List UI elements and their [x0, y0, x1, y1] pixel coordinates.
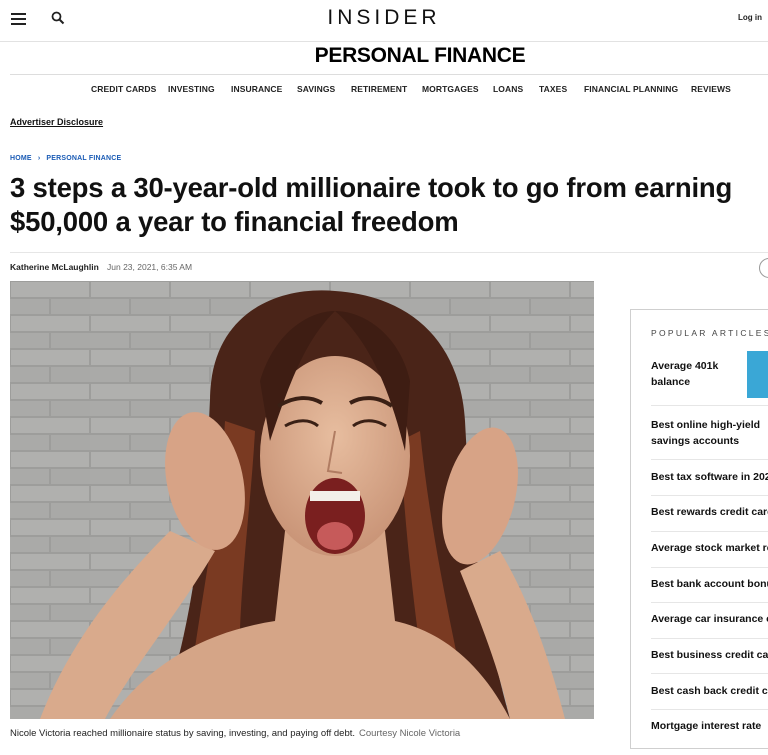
login-link[interactable]: Log in — [738, 13, 762, 22]
nav-reviews[interactable]: REVIEWS — [691, 84, 731, 94]
publish-date: Jun 23, 2021, 6:35 AM — [107, 262, 193, 272]
nav-savings[interactable]: SAVINGS — [297, 84, 335, 94]
article-headline: 3 steps a 30-year-old millionaire took t… — [10, 172, 733, 237]
popular-item-bank-bonuses[interactable]: Best bank account bonuses — [651, 576, 768, 592]
divider — [651, 405, 768, 406]
nav-taxes[interactable]: TAXES — [539, 84, 567, 94]
popular-item-stock-return[interactable]: Average stock market return — [651, 540, 768, 556]
popular-item-mortgage-rate[interactable]: Mortgage interest rate — [651, 718, 768, 734]
divider — [651, 459, 768, 460]
hero-photo — [10, 281, 594, 719]
nav-credit-cards[interactable]: CREDIT CARDS — [91, 84, 156, 94]
insider-logo[interactable]: INSIDER — [0, 6, 768, 30]
byline: Katherine McLaughlin Jun 23, 2021, 6:35 … — [10, 252, 768, 282]
popular-item-cash-back[interactable]: Best cash back credit cards — [651, 683, 768, 699]
popular-item-car-insurance[interactable]: Average car insurance cost — [651, 611, 768, 627]
popular-item-401k[interactable]: Average 401k balance — [651, 358, 741, 390]
photo-caption: Nicole Victoria reached millionaire stat… — [10, 728, 460, 739]
breadcrumb-home[interactable]: HOME — [10, 155, 32, 162]
nav-loans[interactable]: LOANS — [493, 84, 523, 94]
divider — [651, 495, 768, 496]
breadcrumb-personal-finance[interactable]: PERSONAL FINANCE — [46, 155, 121, 162]
section-title[interactable]: PERSONAL FINANCE — [0, 44, 768, 68]
nav-investing[interactable]: INVESTING — [168, 84, 215, 94]
advertiser-disclosure-link[interactable]: Advertiser Disclosure — [10, 117, 103, 127]
divider — [651, 567, 768, 568]
photo-credit: Courtesy Nicole Victoria — [359, 728, 461, 739]
share-icon[interactable] — [759, 258, 768, 278]
chevron-right-icon: › — [37, 155, 41, 162]
top-bar: INSIDER Log in — [0, 0, 768, 42]
nav-mortgages[interactable]: MORTGAGES — [422, 84, 479, 94]
popular-item-tax-software[interactable]: Best tax software in 2021 — [651, 469, 768, 485]
popular-item-savings[interactable]: Best online high-yield savings accounts — [651, 417, 768, 449]
divider — [651, 638, 768, 639]
breadcrumb: HOME › PERSONAL FINANCE — [10, 155, 121, 162]
popular-item-business-cards[interactable]: Best business credit cards — [651, 647, 768, 663]
nav-financial-planning[interactable]: FINANCIAL PLANNING — [584, 84, 678, 94]
nav-retirement[interactable]: RETIREMENT — [351, 84, 407, 94]
divider — [10, 74, 768, 75]
nav-insurance[interactable]: INSURANCE — [231, 84, 282, 94]
caption-text: Nicole Victoria reached millionaire stat… — [10, 728, 356, 739]
divider — [651, 602, 768, 603]
author-link[interactable]: Katherine McLaughlin — [10, 262, 99, 272]
popular-articles-title: POPULAR ARTICLES — [651, 328, 768, 338]
divider — [651, 709, 768, 710]
hero-illustration — [10, 281, 594, 719]
popular-articles-panel: POPULAR ARTICLES Average 401k balance Be… — [630, 309, 768, 749]
divider — [651, 673, 768, 674]
article-thumbnail[interactable] — [747, 351, 768, 398]
popular-item-rewards-cards[interactable]: Best rewards credit cards — [651, 504, 768, 520]
divider — [651, 531, 768, 532]
